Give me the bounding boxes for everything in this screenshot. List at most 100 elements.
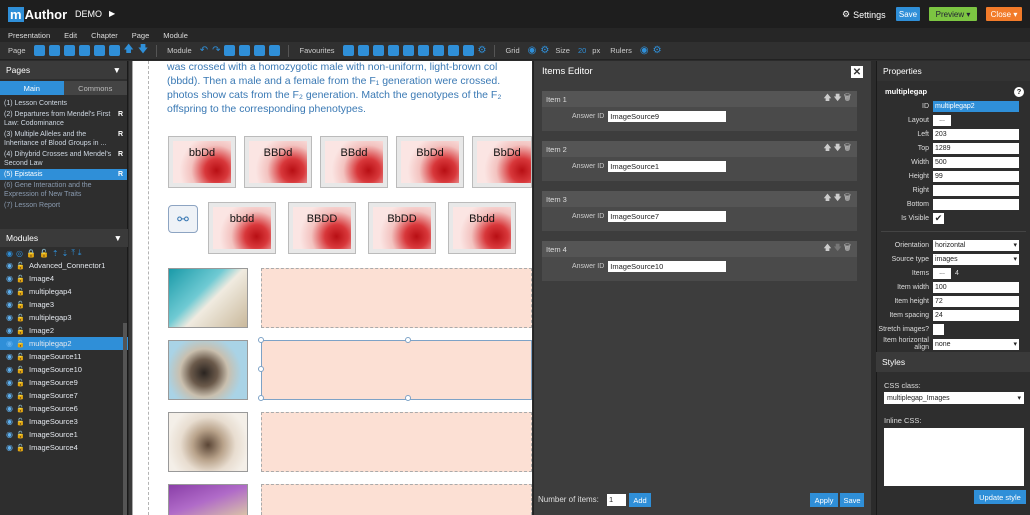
image-module-icon[interactable] (372, 45, 384, 56)
page-item-selected[interactable]: (5) Epistasis R (0, 169, 127, 180)
eye-icon[interactable]: ◉ (6, 274, 13, 283)
lesson-text[interactable]: was crossed with a homozygotic male with… (167, 60, 532, 116)
trash-icon[interactable]: 🗑 (844, 193, 853, 202)
halign-select[interactable]: none ▾ (933, 338, 1019, 350)
tab-main[interactable]: Main (0, 81, 64, 95)
add-button[interactable]: Add (629, 493, 651, 507)
arrow-up-icon[interactable]: 🡅 (124, 42, 134, 59)
app-logo[interactable]: m Author (8, 6, 67, 22)
module-item[interactable]: ◉ 🔓 ImageSource4 (0, 441, 128, 454)
cat-image[interactable] (168, 484, 248, 515)
module-item[interactable]: ◉ 🔓 multiplegap3 (0, 311, 128, 324)
left-input[interactable]: 203 (933, 128, 1019, 140)
genotype-card[interactable]: BbDD (368, 202, 436, 254)
genotype-card[interactable]: BbDd (396, 136, 464, 188)
lock-icon[interactable]: 🔓 (16, 405, 26, 413)
lock-icon[interactable]: 🔓 (16, 392, 26, 400)
id-input[interactable]: multiplegap2 (933, 100, 1019, 112)
chevron-down-icon[interactable]: ▼ (113, 65, 121, 75)
cat-image[interactable] (168, 340, 248, 400)
favourite-icon-9[interactable] (462, 45, 474, 56)
lock-icon[interactable]: 🔒 (26, 249, 36, 258)
move-up-icon[interactable]: 🡅 (823, 143, 833, 152)
move-down-icon[interactable]: 🡇 (834, 193, 844, 202)
grid-settings-icon[interactable]: ⚙ (540, 45, 549, 56)
menu-edit[interactable]: Edit (64, 31, 77, 40)
module-item[interactable]: ◉ 🔓 Image4 (0, 272, 128, 285)
items-button[interactable]: ... (933, 267, 951, 279)
distribute-icon[interactable] (269, 45, 281, 56)
favourite-icon-4[interactable] (387, 45, 399, 56)
eye-icon[interactable]: ◉ (6, 417, 13, 426)
chevron-down-icon[interactable]: ▼ (114, 233, 122, 243)
module-item[interactable]: ◉ 🔓 Image3 (0, 298, 128, 311)
close-button[interactable]: Close ▾ (986, 7, 1022, 21)
lock-icon[interactable]: 🔓 (16, 418, 26, 426)
answer-id-input[interactable]: ImageSource1 (608, 161, 727, 172)
module-item[interactable]: ◉ 🔓 Advanced_Connector1 (0, 259, 128, 272)
arrow-down-icon[interactable]: 🡇 (138, 42, 148, 59)
eye-icon[interactable]: ◉ (6, 300, 13, 309)
text-module-icon[interactable] (432, 45, 444, 56)
answer-id-input[interactable]: ImageSource9 (608, 111, 727, 122)
number-of-items-input[interactable]: 1 (607, 494, 626, 506)
favourite-icon-8[interactable] (447, 45, 459, 56)
answer-id-input[interactable]: ImageSource7 (608, 211, 727, 222)
trash-icon[interactable]: 🗑 (844, 243, 853, 252)
cat-image[interactable] (168, 412, 248, 472)
layout-button[interactable]: ... (933, 114, 951, 126)
genotype-card[interactable]: BBdd (320, 136, 388, 188)
genotype-card[interactable]: bbDd (168, 136, 236, 188)
unlock-icon[interactable]: 🔓 (39, 249, 49, 258)
update-style-button[interactable]: Update style (974, 490, 1026, 504)
preview-button[interactable]: Preview ▾ (929, 7, 977, 21)
page-item[interactable]: (3) Multiple Alleles and the Inheritance… (0, 129, 127, 149)
eye-icon[interactable]: ◉ (6, 404, 13, 413)
lock-icon[interactable]: 🔓 (16, 262, 26, 270)
menu-presentation[interactable]: Presentation (8, 31, 50, 40)
menu-module[interactable]: Module (163, 31, 188, 40)
move-up-icon[interactable]: 🡅 (823, 93, 833, 102)
item-spacing-input[interactable]: 24 (933, 309, 1019, 321)
eye-icon[interactable]: ◉ (6, 378, 13, 387)
eye-icon[interactable]: ◉ (6, 365, 13, 374)
align-icon[interactable] (224, 45, 236, 56)
height-input[interactable]: 99 (933, 170, 1019, 182)
lock-icon[interactable]: 🔓 (16, 327, 26, 335)
trash-icon[interactable]: 🗑 (844, 93, 853, 102)
drop-zone[interactable] (261, 268, 532, 328)
lock-icon[interactable]: 🔓 (16, 353, 26, 361)
grid-size-value[interactable]: 20 (578, 46, 586, 55)
resize-handle[interactable] (258, 337, 264, 343)
genotype-card[interactable]: BbDd (472, 136, 532, 188)
lock-icon[interactable]: 🔓 (16, 366, 26, 374)
lock-icon[interactable]: 🔓 (16, 431, 26, 439)
add-page-icon[interactable] (33, 45, 45, 56)
module-item[interactable]: ◉ 🔓 ImageSource1 (0, 428, 128, 441)
project-name[interactable]: DEMO (75, 9, 102, 19)
arrow-bottom-icon[interactable]: ⤓ (78, 248, 82, 258)
page-settings-icon[interactable] (78, 45, 90, 56)
close-icon[interactable]: ✕ (851, 66, 863, 78)
drop-zone[interactable] (261, 484, 532, 515)
lock-icon[interactable]: 🔓 (16, 340, 26, 348)
page-item[interactable]: (6) Gene Interaction and the Expression … (0, 180, 127, 200)
eye-icon[interactable]: ◉ (6, 430, 13, 439)
save-items-button[interactable]: Save (840, 493, 864, 507)
favourite-icon-6[interactable] (417, 45, 429, 56)
genotype-card[interactable]: Bbdd (448, 202, 516, 254)
trash-icon[interactable]: 🗑 (844, 143, 853, 152)
settings-button[interactable]: ⚙ Settings (842, 9, 886, 20)
move-up-icon[interactable]: 🡅 (823, 243, 833, 252)
gear-icon[interactable]: ⚙ (478, 45, 487, 56)
tab-commons[interactable]: Commons (63, 81, 127, 95)
menu-page[interactable]: Page (132, 31, 150, 40)
module-item[interactable]: ◉ 🔓 ImageSource9 (0, 376, 128, 389)
module-item[interactable]: ◉ 🔓 ImageSource10 (0, 363, 128, 376)
lock-icon[interactable]: 🔓 (16, 301, 26, 309)
undo-icon[interactable]: ↶ (200, 45, 208, 56)
module-item[interactable]: ◉ 🔓 ImageSource11 (0, 350, 128, 363)
lock-icon[interactable]: 🔓 (16, 275, 26, 283)
eye-icon[interactable]: ◉ (6, 339, 13, 348)
resize-handle[interactable] (258, 366, 264, 372)
